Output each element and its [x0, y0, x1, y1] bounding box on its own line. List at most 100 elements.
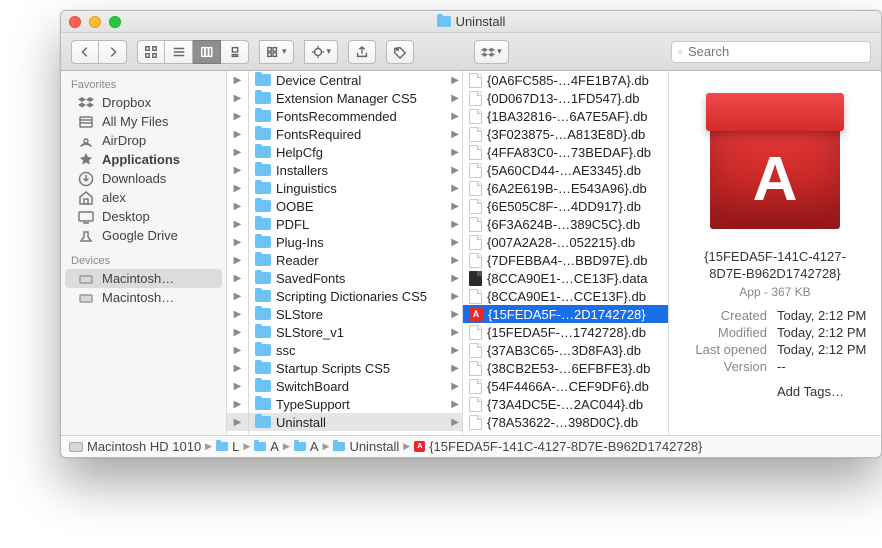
file-row[interactable]: {54F4466A-…CEF9DF6}.db — [463, 377, 668, 395]
parent-expand-arrow[interactable]: ▶ — [227, 125, 248, 143]
path-segment[interactable]: A — [294, 439, 319, 454]
file-row[interactable]: {37AB3C65-…3D8FA3}.db — [463, 341, 668, 359]
file-row[interactable]: FontsRecommended▶ — [249, 107, 462, 125]
parent-expand-arrow[interactable]: ▶ — [227, 305, 248, 323]
file-row[interactable]: {6E505C8F-…4DD917}.db — [463, 197, 668, 215]
add-tags-link[interactable]: Add Tags… — [777, 384, 844, 399]
column-view-button[interactable] — [193, 40, 221, 64]
folders-column[interactable]: Device Central▶Extension Manager CS5▶Fon… — [249, 71, 463, 435]
sidebar-item-airdrop[interactable]: AirDrop — [61, 131, 226, 150]
file-row[interactable]: {0D067D13-…1FD547}.db — [463, 89, 668, 107]
file-row[interactable]: Linguistics▶ — [249, 179, 462, 197]
sidebar-item-applications[interactable]: Applications — [61, 150, 226, 169]
path-segment[interactable]: A{15FEDA5F-141C-4127-8D7E-B962D1742728} — [414, 439, 702, 454]
dropbox-button[interactable]: ▾ — [474, 40, 509, 64]
file-row[interactable]: {5A60CD44-…AE3345}.db — [463, 161, 668, 179]
forward-button[interactable] — [99, 40, 127, 64]
parent-expand-arrow[interactable]: ▶ — [227, 395, 248, 413]
sidebar-item-google-drive[interactable]: Google Drive — [61, 226, 226, 245]
parent-expand-arrow[interactable]: ▶ — [227, 413, 248, 431]
file-row[interactable]: {6A2E619B-…E543A96}.db — [463, 179, 668, 197]
file-row[interactable]: HelpCfg▶ — [249, 143, 462, 161]
parent-expand-arrow[interactable]: ▶ — [227, 287, 248, 305]
file-row[interactable]: Startup Scripts CS5▶ — [249, 359, 462, 377]
file-row[interactable]: FontsRequired▶ — [249, 125, 462, 143]
file-row[interactable]: {8CCA90E1-…CE13F}.data — [463, 269, 668, 287]
file-row[interactable]: {78A53622-…398D0C}.db — [463, 413, 668, 431]
chevron-right-icon: ▶ — [451, 93, 459, 104]
file-row[interactable]: TypeSupport▶ — [249, 395, 462, 413]
file-label: SavedFonts — [276, 271, 446, 286]
file-row[interactable]: A{15FEDA5F-…2D1742728} — [463, 305, 668, 323]
sidebar-item-alex[interactable]: alex — [61, 188, 226, 207]
parent-expand-arrow[interactable]: ▶ — [227, 359, 248, 377]
search-input[interactable] — [688, 44, 864, 59]
file-row[interactable]: {15FEDA5F-…1742728}.db — [463, 323, 668, 341]
file-row[interactable]: ssc▶ — [249, 341, 462, 359]
back-button[interactable] — [71, 40, 99, 64]
arrange-button[interactable]: ▾ — [259, 40, 294, 64]
file-row[interactable]: {6F3A624B-…389C5C}.db — [463, 215, 668, 233]
sidebar-item-macintosh-[interactable]: Macintosh… — [65, 269, 222, 288]
file-row[interactable]: {3F023875-…A813E8D}.db — [463, 125, 668, 143]
action-button[interactable]: ▾ — [304, 40, 339, 64]
parent-expand-arrow[interactable]: ▶ — [227, 143, 248, 161]
path-segment[interactable]: L — [216, 439, 239, 454]
parent-expand-arrow[interactable]: ▶ — [227, 269, 248, 287]
file-row[interactable]: Plug-Ins▶ — [249, 233, 462, 251]
file-row[interactable]: {4FFA83C0-…73BEDAF}.db — [463, 143, 668, 161]
parent-expand-arrow[interactable]: ▶ — [227, 323, 248, 341]
file-row[interactable]: OOBE▶ — [249, 197, 462, 215]
file-row[interactable]: {8CCA90E1-…CCE13F}.db — [463, 287, 668, 305]
parent-expand-arrow[interactable]: ▶ — [227, 215, 248, 233]
zoom-button[interactable] — [109, 16, 121, 28]
sidebar-item-dropbox[interactable]: Dropbox — [61, 93, 226, 112]
file-row[interactable]: {7DFEBBA4-…BBD97E}.db — [463, 251, 668, 269]
file-row[interactable]: {73A4DC5E-…2AC044}.db — [463, 395, 668, 413]
file-row[interactable]: SLStore▶ — [249, 305, 462, 323]
close-button[interactable] — [69, 16, 81, 28]
parent-expand-arrow[interactable]: ▶ — [227, 89, 248, 107]
parent-expand-arrow[interactable]: ▶ — [227, 197, 248, 215]
search-field[interactable] — [671, 41, 871, 63]
file-row[interactable]: Installers▶ — [249, 161, 462, 179]
icon-view-button[interactable] — [137, 40, 165, 64]
path-segment[interactable]: Macintosh HD 1010 — [69, 439, 201, 454]
parent-expand-arrow[interactable]: ▶ — [227, 179, 248, 197]
file-row[interactable]: SwitchBoard▶ — [249, 377, 462, 395]
parent-expand-arrow[interactable]: ▶ — [227, 251, 248, 269]
path-bar[interactable]: Macintosh HD 1010▶L▶A▶A▶Uninstall▶A{15FE… — [61, 435, 881, 457]
parent-expand-arrow[interactable]: ▶ — [227, 341, 248, 359]
sidebar-item-downloads[interactable]: Downloads — [61, 169, 226, 188]
list-view-button[interactable] — [165, 40, 193, 64]
parent-expand-arrow[interactable]: ▶ — [227, 377, 248, 395]
coverflow-view-button[interactable] — [221, 40, 249, 64]
parent-expand-arrow[interactable]: ▶ — [227, 233, 248, 251]
sidebar-item-macintosh-[interactable]: Macintosh… — [61, 288, 226, 307]
chevron-right-icon: ▶ — [451, 327, 459, 338]
file-row[interactable]: {38CB2E53-…6EFBFE3}.db — [463, 359, 668, 377]
chevron-right-icon: ▶ — [451, 183, 459, 194]
path-segment[interactable]: A — [254, 439, 279, 454]
tags-button[interactable] — [386, 40, 414, 64]
minimize-button[interactable] — [89, 16, 101, 28]
files-column[interactable]: {0A6FC585-…4FE1B7A}.db{0D067D13-…1FD547}… — [463, 71, 669, 435]
file-row[interactable]: SLStore_v1▶ — [249, 323, 462, 341]
sidebar-item-all-my-files[interactable]: All My Files — [61, 112, 226, 131]
file-row[interactable]: SavedFonts▶ — [249, 269, 462, 287]
share-button[interactable] — [348, 40, 376, 64]
parent-expand-arrow[interactable]: ▶ — [227, 107, 248, 125]
path-segment[interactable]: Uninstall — [333, 439, 399, 454]
file-row[interactable]: {1BA32816-…6A7E5AF}.db — [463, 107, 668, 125]
parent-expand-arrow[interactable]: ▶ — [227, 161, 248, 179]
file-row[interactable]: Scripting Dictionaries CS5▶ — [249, 287, 462, 305]
file-row[interactable]: {007A2A28-…052215}.db — [463, 233, 668, 251]
parent-expand-arrow[interactable]: ▶ — [227, 71, 248, 89]
file-row[interactable]: Reader▶ — [249, 251, 462, 269]
file-row[interactable]: Extension Manager CS5▶ — [249, 89, 462, 107]
file-row[interactable]: PDFL▶ — [249, 215, 462, 233]
sidebar-item-desktop[interactable]: Desktop — [61, 207, 226, 226]
file-row[interactable]: Uninstall▶ — [249, 413, 462, 431]
file-row[interactable]: {0A6FC585-…4FE1B7A}.db — [463, 71, 668, 89]
file-row[interactable]: Device Central▶ — [249, 71, 462, 89]
